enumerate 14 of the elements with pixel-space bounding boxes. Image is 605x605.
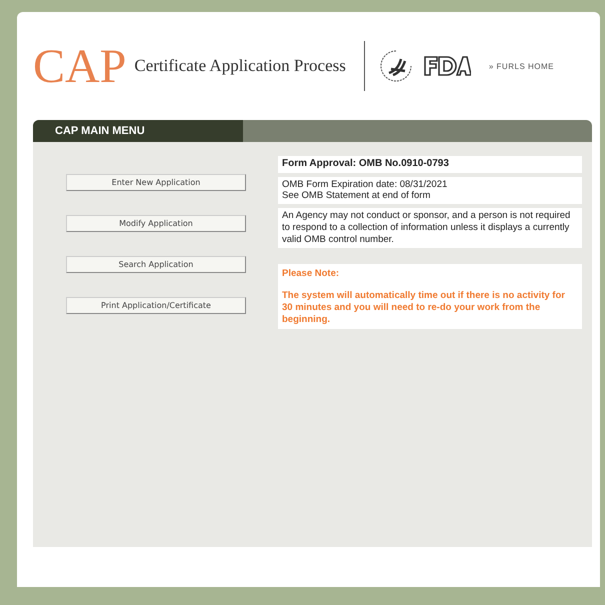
- app-title: Certificate Application Process: [134, 56, 346, 76]
- menu-title: CAP MAIN MENU: [33, 120, 243, 142]
- menu-button[interactable]: Search Application: [66, 256, 246, 273]
- home-link[interactable]: » FURLS HOME: [488, 62, 554, 70]
- menu-button[interactable]: Enter New Application: [66, 174, 246, 191]
- form-approval-text: Form Approval: OMB No.0910-0793: [278, 156, 582, 172]
- logo-text: CAP: [33, 38, 126, 94]
- note-text: The system will automatically time out if there is no activity for 30 minutes and you will need to re-do your work from the beginning.: [282, 290, 566, 326]
- menu-button[interactable]: Print Application/Certificate: [66, 297, 246, 314]
- statement-text: An Agency may not conduct or sponsor, and a person is not required to respond to a collection of information unless it displays a currently valid OMB control number.: [278, 208, 582, 248]
- fda-logo-icon: [422, 55, 471, 77]
- expiration-text: OMB Form Expiration date: 08/31/2021 See OMB Statement at end of form: [278, 176, 582, 204]
- note-title: Please Note:: [282, 268, 340, 280]
- menu-button[interactable]: Modify Application: [66, 215, 246, 232]
